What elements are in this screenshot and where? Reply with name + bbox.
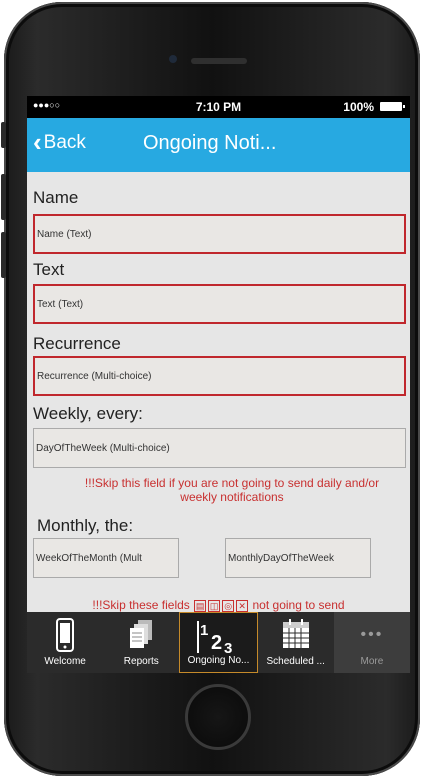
back-button[interactable]: ‹ Back xyxy=(33,126,86,157)
volume-down-button xyxy=(1,232,6,278)
text-label: Text xyxy=(33,260,65,279)
front-camera xyxy=(169,55,177,63)
recurrence-select[interactable]: Recurrence (Multi-choice) xyxy=(33,356,406,396)
tab-ongoing-notifications[interactable]: 1 2 3 Ongoing No... xyxy=(179,612,258,673)
calendar-icon xyxy=(282,619,309,648)
earpiece-speaker xyxy=(191,58,247,64)
svg-text:1: 1 xyxy=(200,622,208,639)
page-title: Ongoing Noti... xyxy=(143,132,277,154)
text-field[interactable]: Text (Text) xyxy=(33,284,406,324)
svg-text:2: 2 xyxy=(211,632,222,654)
tab-label: Reports xyxy=(123,656,159,667)
close-icon: ✕ xyxy=(236,599,249,612)
monthly-warning-end: not going to send xyxy=(252,598,345,612)
navigation-bar: ‹ Back Ongoing Noti... xyxy=(27,118,410,172)
mute-switch xyxy=(1,122,6,148)
back-label: Back xyxy=(43,132,86,153)
monthly-label: Monthly, the: xyxy=(37,516,134,535)
status-bar: ●●●○○ 7:10 PM 100% xyxy=(27,96,410,118)
tab-label: Scheduled ... xyxy=(266,656,325,667)
tab-label: More xyxy=(360,656,384,667)
recurrence-label: Recurrence xyxy=(33,334,121,353)
tab-bar: Welcome Reports 1 2 3 Ongoing No... Sche… xyxy=(27,612,410,673)
battery-icon xyxy=(380,102,405,111)
screen: ●●●○○ 7:10 PM 100% ‹ Back Ongoing Noti..… xyxy=(27,96,410,673)
settings-icon: ◎ xyxy=(222,599,235,612)
name-label: Name xyxy=(33,188,79,207)
tab-scheduled[interactable]: Scheduled ... xyxy=(258,612,334,673)
home-button[interactable] xyxy=(185,684,251,750)
tab-welcome[interactable]: Welcome xyxy=(27,612,103,673)
more-dots-icon: ••• xyxy=(360,626,384,643)
form-content: Name Name (Text) Text Text (Text) Recurr… xyxy=(27,172,410,612)
numbers-icon: 1 2 3 xyxy=(196,621,232,657)
tab-label: Ongoing No... xyxy=(187,655,250,666)
duplicate-icon: ◫ xyxy=(208,599,221,612)
copy-icon: ▤ xyxy=(194,599,207,612)
monthly-warning-start: !!!Skip these fields xyxy=(92,598,190,612)
tab-reports[interactable]: Reports xyxy=(103,612,179,673)
chevron-left-icon: ‹ xyxy=(33,126,42,157)
weekly-warning: !!!Skip this field if you are not going … xyxy=(84,476,380,504)
documents-icon xyxy=(130,620,153,648)
phone-icon xyxy=(56,618,75,652)
week-of-month-select[interactable]: WeekOfTheMonth (Mult xyxy=(33,538,179,578)
day-of-week-select[interactable]: DayOfTheWeek (Multi-choice) xyxy=(33,428,406,468)
monthly-day-of-week-select[interactable]: MonthlyDayOfTheWeek xyxy=(225,538,371,578)
weekly-label: Weekly, every: xyxy=(33,404,143,423)
monthly-warning: !!!Skip these fields ▤ ◫ ◎ ✕ not going to s… xyxy=(27,598,410,612)
tab-label: Welcome xyxy=(44,656,86,667)
tab-more[interactable]: ••• More xyxy=(333,612,410,673)
battery-percent: 100% xyxy=(343,100,374,114)
name-field[interactable]: Name (Text) xyxy=(33,214,406,254)
volume-up-button xyxy=(1,174,6,220)
